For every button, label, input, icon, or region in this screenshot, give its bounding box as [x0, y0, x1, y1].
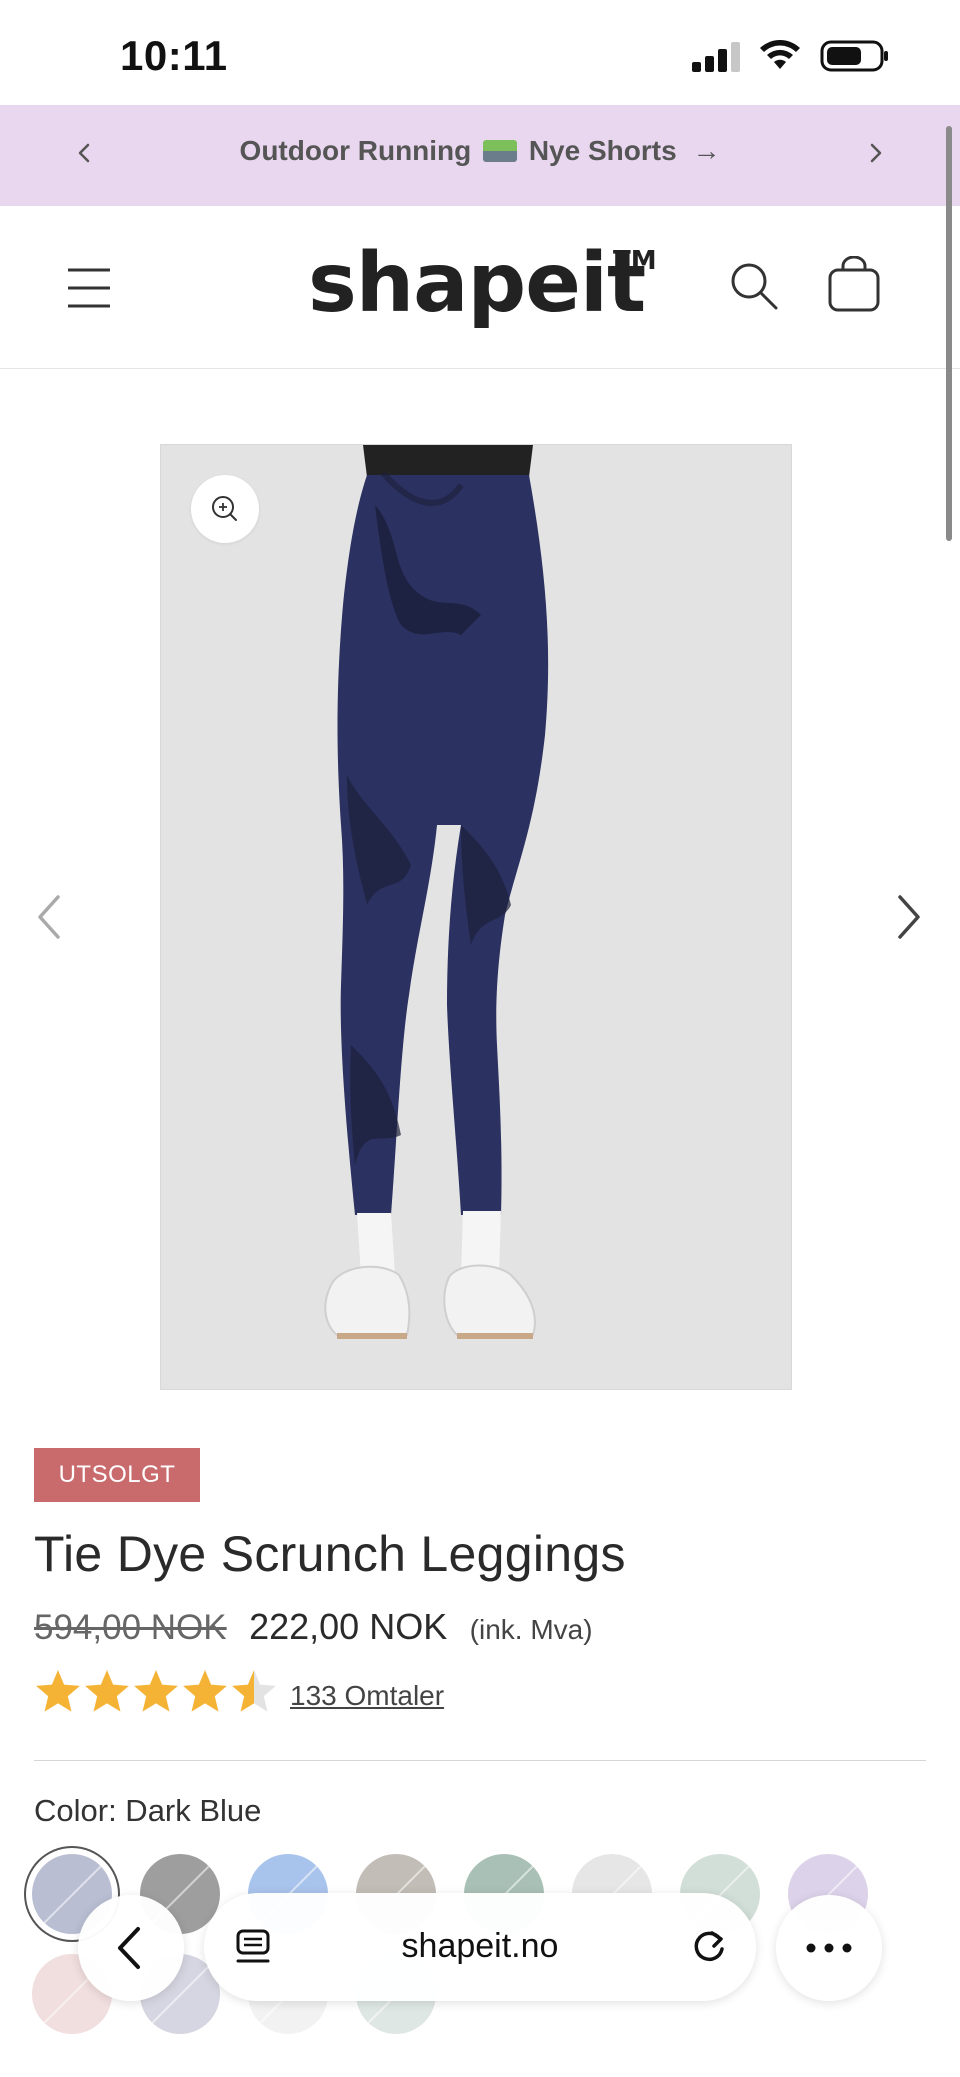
- battery-icon: [820, 40, 888, 72]
- site-logo[interactable]: shapeit: [308, 236, 646, 331]
- chevron-right-icon[interactable]: [890, 887, 930, 947]
- status-time: 10:11: [120, 32, 228, 79]
- announcement-text-after: Nye Shorts: [528, 135, 677, 166]
- star-icon: [232, 1670, 276, 1712]
- chevron-left-icon[interactable]: [28, 887, 68, 947]
- chevron-right-icon[interactable]: [856, 133, 896, 173]
- star-icon: [134, 1670, 178, 1712]
- cart-icon[interactable]: [826, 256, 882, 312]
- product-image[interactable]: [160, 444, 792, 1390]
- browser-back-button[interactable]: [78, 1895, 184, 2001]
- site-header: shapeit TM: [0, 206, 960, 369]
- leggings-photo: [161, 445, 791, 1389]
- announcement-bar: Outdoor Running Nye Shorts →: [0, 105, 960, 206]
- back-icon: [118, 1927, 140, 1969]
- zoom-icon: [212, 496, 237, 521]
- star-icon: [36, 1670, 80, 1712]
- reviews-link[interactable]: 133 Omtaler: [290, 1680, 444, 1712]
- product-gallery: [0, 369, 960, 1399]
- sale-price: 222,00 NOK: [249, 1606, 448, 1647]
- original-price: 594,00 NOK: [34, 1608, 227, 1647]
- arrow-right-icon: →: [692, 135, 721, 166]
- announcement-link[interactable]: Outdoor Running Nye Shorts →: [0, 135, 960, 167]
- menu-icon[interactable]: [66, 266, 112, 310]
- wifi-icon: [760, 40, 800, 69]
- reload-icon[interactable]: [688, 1925, 730, 1967]
- status-bar: 10:11: [0, 0, 960, 105]
- tax-note: (ink. Mva): [469, 1614, 593, 1645]
- logo-trademark: TM: [613, 246, 657, 276]
- announcement-text-before: Outdoor Running: [239, 135, 472, 166]
- star-icon: [183, 1670, 227, 1712]
- star-icon: [85, 1670, 129, 1712]
- divider: [34, 1760, 926, 1761]
- cellular-signal-icon: [692, 42, 740, 72]
- more-button[interactable]: [776, 1895, 882, 2001]
- search-icon[interactable]: [728, 260, 780, 312]
- address-text: shapeit.no: [401, 1927, 559, 1965]
- star-rating: [36, 1670, 276, 1712]
- color-label: Color: Dark Blue: [34, 1793, 262, 1828]
- more-icon: [806, 1943, 852, 1953]
- price-row: 594,00 NOK 222,00 NOK (ink. Mva): [34, 1606, 593, 1648]
- address-bar[interactable]: shapeit.no: [204, 1893, 756, 2001]
- runner-track-emoji: [483, 139, 518, 162]
- sold-out-badge: UTSOLGT: [34, 1448, 200, 1502]
- zoom-button[interactable]: [191, 475, 259, 543]
- product-title: Tie Dye Scrunch Leggings: [34, 1526, 626, 1582]
